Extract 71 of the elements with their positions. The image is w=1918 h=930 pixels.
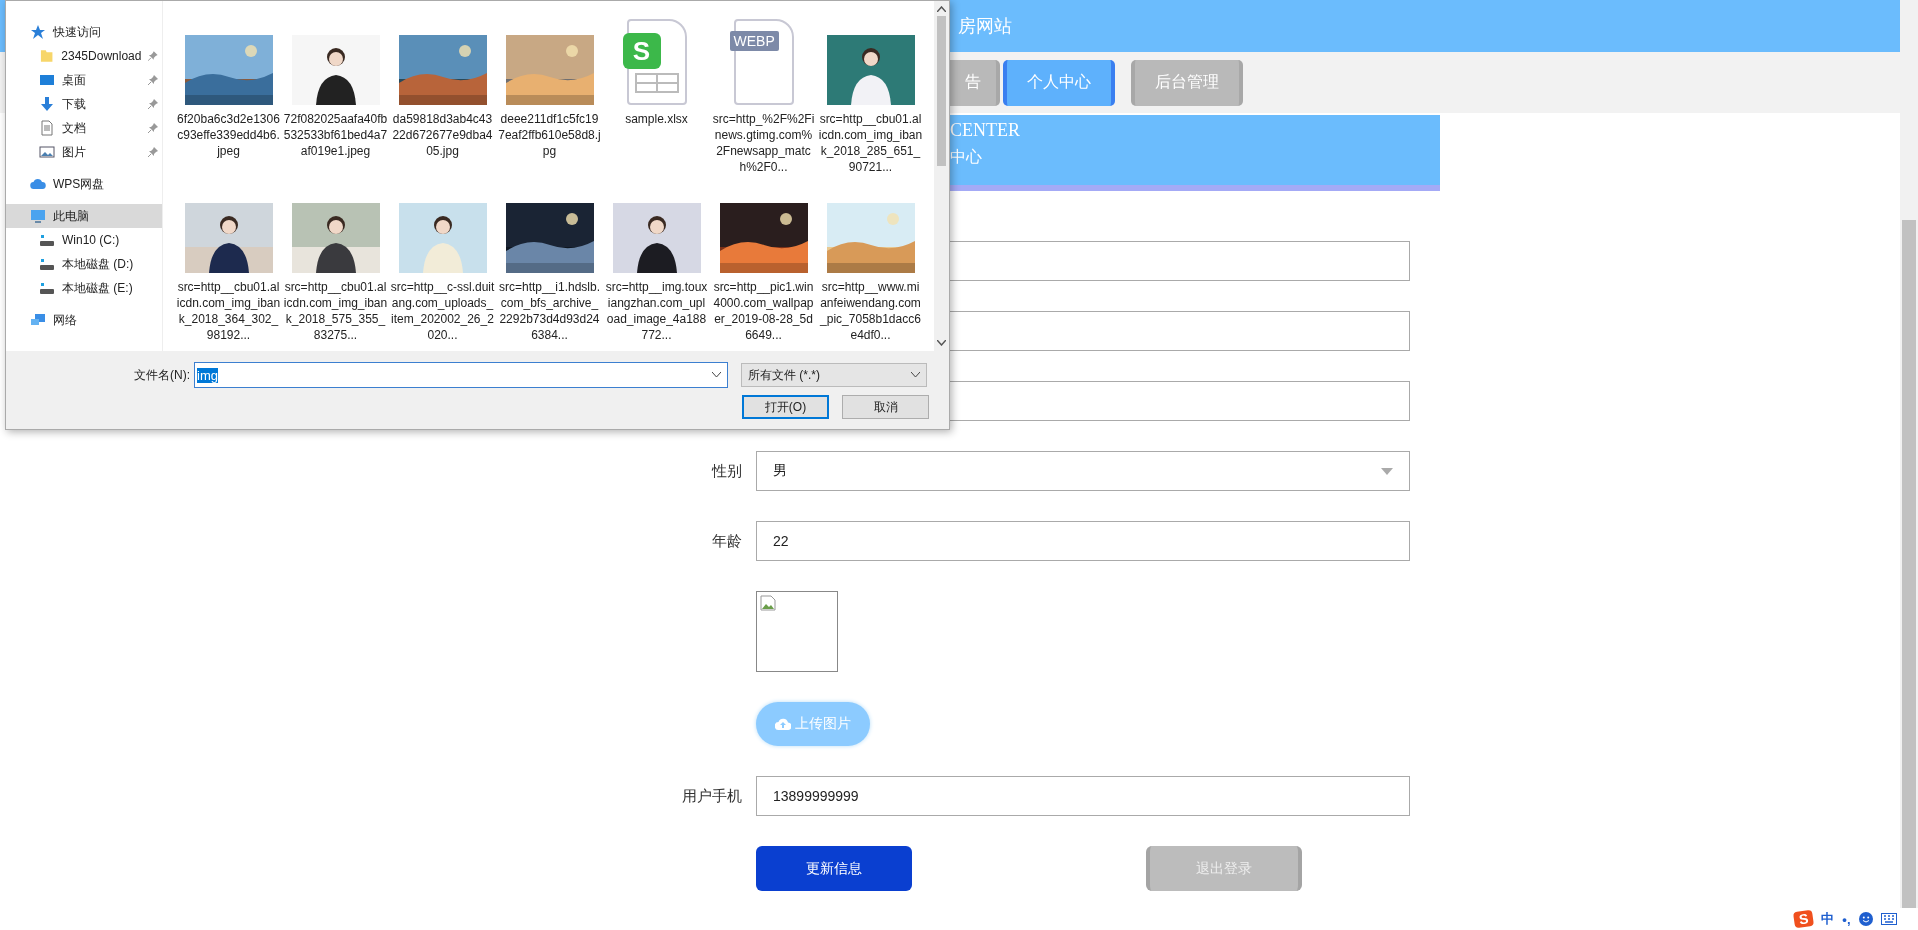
banner-title: CENTER (950, 120, 1021, 141)
dropdown-icon (911, 372, 920, 378)
scrollbar[interactable] (1900, 0, 1918, 908)
file-item[interactable]: src=http__cbu01.alicdn.com_img_ibank_2018_285_651_90721... (817, 13, 924, 181)
file-item[interactable]: src=http__cbu01.alicdn.com_img_ibank_2018_364_302_98192... (175, 181, 282, 349)
open-button[interactable]: 打开(O) (742, 395, 829, 419)
cancel-button[interactable]: 取消 (842, 395, 929, 419)
nav-item[interactable]: 此电脑 (6, 204, 162, 228)
site-title: 房网站 (958, 15, 1012, 38)
field-label: 性别 (710, 461, 742, 481)
file-item[interactable]: 6f20ba6c3d2e1306c93effe339edd4b6.jpeg (175, 13, 282, 181)
file-item[interactable]: src=http__img.touxiangzhan.com_upload_image_4a188772... (603, 181, 710, 349)
broken-image-icon (760, 595, 776, 611)
desktop-icon (39, 72, 55, 88)
nav-item[interactable]: WPS网盘 (6, 172, 162, 196)
scrollbar-thumb[interactable] (937, 16, 946, 166)
file-item[interactable]: 72f082025aafa40fb532533bf61bed4a7af019e1.jpeg (282, 13, 389, 181)
document-icon (39, 120, 55, 136)
star-icon (30, 24, 46, 40)
folder-icon (39, 48, 55, 64)
nav-item[interactable]: 桌面 (6, 68, 162, 92)
input-field[interactable]: 22 (756, 521, 1410, 561)
input-field[interactable]: 13899999999 (756, 776, 1410, 816)
file-item[interactable]: WEBP src=http_%2F%2Finews.gtimg.com%2Fnewsapp_match%2F0... (710, 13, 817, 181)
banner-subtitle: 中心 (950, 147, 983, 167)
file-item[interactable]: src=http__www.mianfeiwendang.com_pic_7058b1dacc6e4df0... (817, 181, 924, 349)
filename-label: 文件名(N): (133, 366, 191, 384)
cloud-icon (30, 176, 46, 192)
select-field[interactable]: 男 (756, 451, 1410, 491)
scroll-down-icon[interactable] (937, 340, 946, 346)
field-label: 年龄 (711, 531, 742, 551)
network-icon (30, 312, 46, 328)
scrollbar[interactable] (934, 1, 949, 351)
file-type-select[interactable]: 所有文件 (*.*) (741, 363, 927, 387)
drive-icon (39, 232, 55, 248)
computer-icon (30, 208, 46, 224)
nav-item[interactable]: 文档 (6, 116, 162, 140)
keyboard-icon[interactable] (1880, 913, 1897, 925)
nav-item[interactable]: 下载 (6, 92, 162, 116)
nav-item[interactable]: 本地磁盘 (E:) (6, 276, 162, 300)
file-item[interactable]: S sample.xlsx (603, 13, 710, 181)
scroll-up-icon[interactable] (937, 6, 946, 12)
file-item[interactable]: src=http__pic1.win4000.com_wallpaper_2019-08-28_5d6649... (710, 181, 817, 349)
nav-item[interactable]: Win10 (C:) (6, 228, 162, 252)
file-item[interactable]: src=http__c-ssl.duitang.com_uploads_item_202002_26_2020... (389, 181, 496, 349)
drive-icon (39, 280, 55, 296)
pictures-icon (39, 144, 55, 160)
smiley-icon[interactable] (1858, 912, 1873, 926)
nav-item[interactable]: 图片 (6, 140, 162, 164)
file-item[interactable]: da59818d3ab4c4322d672677e9dba405.jpg (389, 13, 496, 181)
download-icon (39, 96, 55, 112)
update-button[interactable]: 更新信息 (756, 846, 912, 891)
nav-item[interactable]: 快速访问 (6, 20, 162, 44)
ime-punctuation[interactable]: •, (1842, 911, 1851, 927)
dropdown-icon[interactable] (712, 372, 721, 378)
ime-mode[interactable]: 中 (1821, 910, 1835, 928)
caret-icon (1381, 467, 1393, 475)
file-item[interactable]: deee211df1c5fc197eaf2ffb610e58d8.jpg (496, 13, 603, 181)
filename-field[interactable]: img (194, 362, 728, 388)
file-item[interactable]: src=http__i1.hdslb.com_bfs_archive_2292b73d4d93d246384... (496, 181, 603, 349)
file-item[interactable]: src=http__cbu01.alicdn.com_img_ibank_2018_575_355_83275... (282, 181, 389, 349)
nav-item[interactable]: 2345Download (6, 44, 162, 68)
nav-item[interactable]: 本地磁盘 (D:) (6, 252, 162, 276)
ime-logo[interactable]: S (1793, 909, 1815, 929)
scrollbar-thumb[interactable] (1902, 220, 1916, 908)
nav-item[interactable]: 网络 (6, 308, 162, 332)
drive-icon (39, 256, 55, 272)
image-file-icon: WEBP (733, 19, 794, 105)
filename-text: img (197, 367, 218, 383)
cloud-upload-icon (775, 718, 791, 730)
field-label: 用户手机 (681, 786, 742, 806)
